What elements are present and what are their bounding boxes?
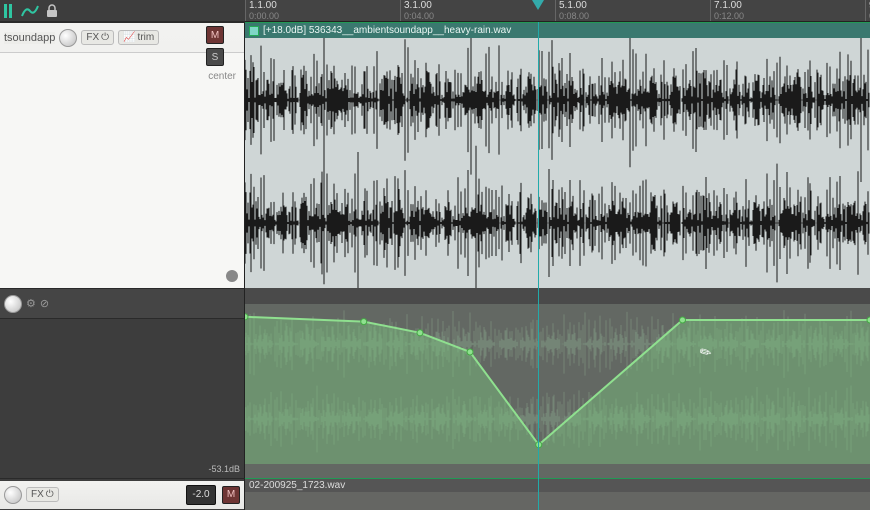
solo-button[interactable]: S: [206, 48, 224, 66]
ruler-mark: 5.1.000:08.00: [555, 0, 589, 21]
track-panel-2[interactable]: ⚙ ⊘ -53.1dB: [0, 288, 245, 478]
record-arm-icon[interactable]: [226, 270, 238, 282]
clip-color-swatch: [249, 26, 259, 36]
ruler-mark: 3.1.000:04.00: [400, 0, 434, 21]
track-row-2-envelope: ⚙ ⊘ -53.1dB ✎: [0, 288, 870, 478]
timeline-ruler[interactable]: 1.1.000:00.00 3.1.000:04.00 5.1.000:08.0…: [245, 0, 870, 22]
clip-label: [+18.0dB] 536343__ambientsoundapp__heavy…: [263, 25, 511, 36]
ripple-icon[interactable]: [20, 3, 40, 19]
mute-button[interactable]: M: [206, 26, 224, 44]
power-icon: ⏻: [101, 32, 109, 43]
mute-solo-column: M S: [206, 22, 236, 66]
ruler-mark: 9.1.000:16.00: [865, 0, 870, 21]
envelope-icon: 📈: [123, 32, 135, 43]
menu-bars-icon[interactable]: [4, 3, 14, 19]
track-name[interactable]: tsoundapp: [4, 32, 55, 44]
power-icon: ⏻: [46, 489, 54, 500]
gear-icon[interactable]: ⚙: [26, 297, 36, 310]
envelope-db-readout: -53.1dB: [208, 464, 240, 474]
fx-button[interactable]: FX⏻: [26, 487, 59, 502]
track-row-3: FX⏻ -2.0 M 02-200925_1723.wav: [0, 478, 870, 510]
envelope-lane-header: [245, 288, 870, 304]
clip-header[interactable]: 02-200925_1723.wav: [245, 478, 870, 492]
playhead-marker[interactable]: [532, 0, 544, 10]
envelope-clip[interactable]: ✎: [245, 304, 870, 478]
waveform-area[interactable]: [245, 492, 870, 510]
trim-button[interactable]: 📈trim: [118, 30, 159, 45]
clip-header[interactable]: [+18.0dB] 536343__ambientsoundapp__heavy…: [245, 22, 870, 38]
volume-readout[interactable]: -2.0: [186, 485, 216, 505]
pan-knob[interactable]: [59, 29, 77, 47]
clip-label: 02-200925_1723.wav: [249, 480, 345, 491]
mute-button[interactable]: M: [222, 486, 240, 504]
lock-icon[interactable]: [46, 3, 58, 19]
track-row-1: tsoundapp FX⏻ 📈trim center [+18.0dB] 536…: [0, 22, 870, 288]
ruler-mark: 1.1.000:00.00: [245, 0, 279, 21]
volume-knob[interactable]: [4, 295, 22, 313]
waveform-area[interactable]: [245, 38, 870, 288]
fx-button[interactable]: FX⏻: [81, 30, 114, 45]
pan-readout: center: [208, 71, 236, 82]
bypass-icon[interactable]: ⊘: [40, 297, 49, 310]
pan-knob[interactable]: [4, 486, 22, 504]
ruler-mark: 7.1.000:12.00: [710, 0, 744, 21]
